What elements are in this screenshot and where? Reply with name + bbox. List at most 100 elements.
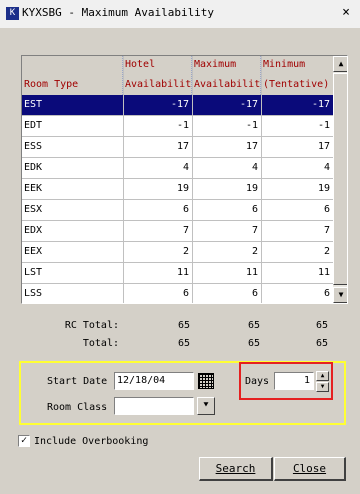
cell-maximum-availability: 2	[251, 246, 258, 257]
table-row[interactable]: ESS 17 17 17	[22, 137, 333, 158]
cell-maximum-availability: 19	[245, 183, 258, 194]
close-button[interactable]: Close	[274, 457, 346, 481]
cell-hotel-availability: 19	[176, 183, 189, 194]
cell-hotel-availability: 6	[182, 288, 189, 299]
column-header-maximum-availability[interactable]: Maximum Availability	[192, 56, 261, 95]
cell-room-type: EST	[24, 99, 43, 110]
cell-hotel-availability: -1	[176, 120, 189, 131]
table-row[interactable]: LST 11 11 11	[22, 263, 333, 284]
days-label: Days	[245, 376, 270, 387]
table-row[interactable]: EEX 2 2 2	[22, 242, 333, 263]
search-button[interactable]: Search	[199, 457, 273, 481]
cell-hotel-availability: 17	[176, 141, 189, 152]
calendar-icon[interactable]	[197, 372, 215, 390]
cell-room-type: EEK	[24, 183, 43, 194]
cell-hotel-availability: 2	[182, 246, 189, 257]
cell-room-type: EDX	[24, 225, 43, 236]
grid-column-divider	[192, 56, 193, 303]
cell-maximum-availability: 6	[251, 204, 258, 215]
total-hotel: 65	[177, 338, 190, 349]
include-overbooking-label[interactable]: Include Overbooking	[34, 436, 148, 447]
days-field[interactable]: 1	[274, 372, 314, 390]
start-date-field[interactable]: 12/18/04	[114, 372, 194, 390]
scroll-up-button[interactable]: ▲	[333, 56, 347, 72]
cell-maximum-availability: -1	[245, 120, 258, 131]
table-row[interactable]: ESX 6 6 6	[22, 200, 333, 221]
grid-column-divider	[261, 56, 262, 303]
grid-vertical-scrollbar[interactable]: ▲ ▼	[333, 56, 347, 303]
days-increment-button[interactable]: ▲	[316, 371, 329, 381]
cell-minimum-tentative: 6	[323, 204, 330, 215]
cell-minimum-tentative: -17	[311, 99, 330, 110]
cell-hotel-availability: 11	[176, 267, 189, 278]
app-icon: K	[6, 7, 19, 20]
start-date-label: Start Date	[47, 376, 108, 387]
table-row[interactable]: LSS 6 6 6	[22, 284, 333, 303]
scroll-thumb[interactable]	[333, 73, 347, 285]
cell-room-type: EEX	[24, 246, 43, 257]
cell-hotel-availability: 7	[182, 225, 189, 236]
close-window-icon[interactable]: ×	[338, 5, 354, 21]
cell-minimum-tentative: 2	[323, 246, 330, 257]
rc-total-hotel: 65	[177, 320, 190, 331]
cell-minimum-tentative: 7	[323, 225, 330, 236]
rc-total-label: RC Total:	[64, 320, 119, 331]
cell-maximum-availability: 6	[251, 288, 258, 299]
column-header-line2: Room Type	[24, 79, 79, 90]
table-row[interactable]: EEK 19 19 19	[22, 179, 333, 200]
cell-room-type: ESS	[24, 141, 43, 152]
column-header-line1: Hotel	[125, 59, 156, 70]
maximum-availability-window: K KYXSBG - Maximum Availability × Room T…	[0, 0, 360, 494]
rc-total-maximum: 65	[247, 320, 260, 331]
column-header-line1: Minimum	[263, 59, 306, 70]
cell-minimum-tentative: 6	[323, 288, 330, 299]
column-header-line2: Availability	[194, 79, 261, 90]
column-header-hotel-availability[interactable]: Hotel Availability	[123, 56, 192, 95]
cell-room-type: EDT	[24, 120, 43, 131]
table-row[interactable]: EDX 7 7 7	[22, 221, 333, 242]
room-class-label: Room Class	[47, 402, 108, 413]
grid-column-divider	[123, 56, 124, 303]
total-maximum: 65	[247, 338, 260, 349]
cell-room-type: LST	[24, 267, 43, 278]
cell-minimum-tentative: 11	[317, 267, 330, 278]
cell-minimum-tentative: 4	[323, 162, 330, 173]
cell-hotel-availability: 6	[182, 204, 189, 215]
days-decrement-button[interactable]: ▼	[316, 382, 329, 392]
window-title: KYXSBG - Maximum Availability	[22, 6, 215, 19]
cell-hotel-availability: -17	[170, 99, 189, 110]
cell-maximum-availability: 17	[245, 141, 258, 152]
grid-header: Room Type Hotel Availability Maximum Availab…	[22, 56, 333, 96]
rc-total-minimum: 65	[315, 320, 328, 331]
column-header-line1: Maximum	[194, 59, 237, 70]
scroll-down-button[interactable]: ▼	[333, 287, 347, 303]
room-class-select[interactable]	[114, 397, 194, 415]
cell-hotel-availability: 4	[182, 162, 189, 173]
availability-grid[interactable]: Room Type Hotel Availability Maximum Availab…	[21, 55, 348, 304]
cell-room-type: EDK	[24, 162, 43, 173]
table-row[interactable]: EDK 4 4 4	[22, 158, 333, 179]
cell-maximum-availability: 7	[251, 225, 258, 236]
cell-maximum-availability: 4	[251, 162, 258, 173]
cell-minimum-tentative: -1	[317, 120, 330, 131]
column-header-room-type[interactable]: Room Type	[22, 56, 123, 95]
column-header-line2: (Tentative)	[263, 79, 330, 90]
table-row[interactable]: EST -17 -17 -17	[22, 95, 333, 116]
total-label: Total:	[82, 338, 119, 349]
cell-maximum-availability: -17	[239, 99, 258, 110]
cell-maximum-availability: 11	[245, 267, 258, 278]
cell-minimum-tentative: 17	[317, 141, 330, 152]
cell-room-type: LSS	[24, 288, 43, 299]
title-bar[interactable]: K KYXSBG - Maximum Availability ×	[0, 0, 360, 28]
table-row[interactable]: EDT -1 -1 -1	[22, 116, 333, 137]
column-header-line2: Availability	[125, 79, 192, 90]
search-button-label: Search	[215, 462, 256, 475]
column-header-minimum-tentative[interactable]: Minimum (Tentative)	[261, 56, 333, 95]
room-class-dropdown-icon[interactable]: ⯆	[197, 397, 215, 415]
total-minimum: 65	[315, 338, 328, 349]
cell-minimum-tentative: 19	[317, 183, 330, 194]
close-button-label: Close	[292, 462, 327, 475]
include-overbooking-checkbox[interactable]: ✓	[18, 435, 30, 447]
cell-room-type: ESX	[24, 204, 43, 215]
column-header-line1	[24, 56, 122, 73]
